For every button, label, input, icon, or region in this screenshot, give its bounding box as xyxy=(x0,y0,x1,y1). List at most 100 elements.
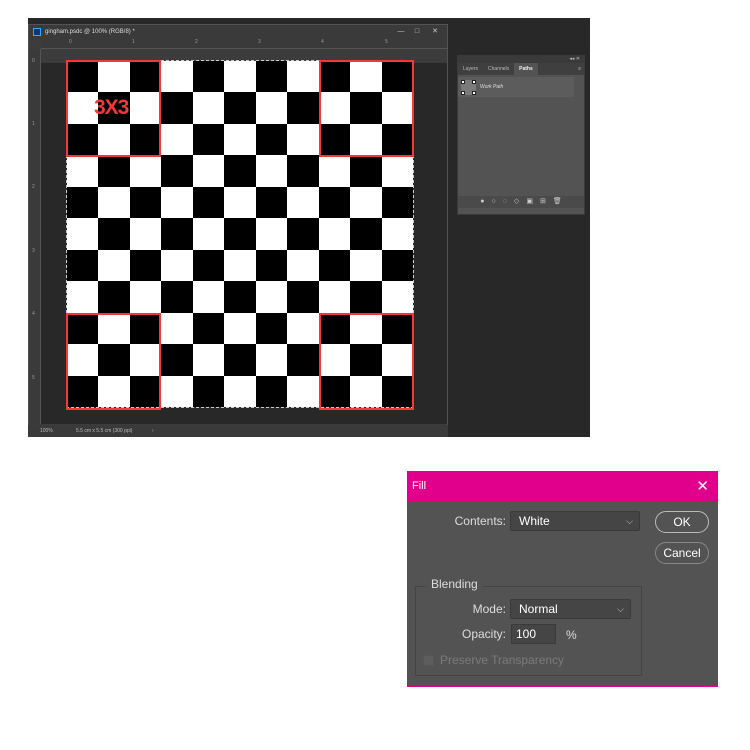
board-square xyxy=(192,61,225,93)
fill-dialog: Fill ✕ Contents: White ⌵ OK Cancel Blendi… xyxy=(407,471,718,687)
load-selection-icon[interactable]: ◌ xyxy=(503,196,507,208)
tab-channels[interactable]: Channels xyxy=(483,63,514,75)
board-square xyxy=(287,186,319,219)
board-square xyxy=(287,61,319,93)
board-square xyxy=(318,186,351,219)
ok-button[interactable]: OK xyxy=(655,511,709,533)
board-square xyxy=(129,218,162,250)
zoom-level[interactable]: 100% xyxy=(40,425,53,437)
selection-box-top-right xyxy=(319,60,414,157)
mode-select[interactable]: Normal ⌵ xyxy=(510,599,631,619)
board-square xyxy=(98,218,130,250)
add-mask-icon[interactable]: ▣ xyxy=(526,196,533,208)
canvas-area[interactable]: 3X3 xyxy=(41,60,447,424)
opacity-input[interactable]: 100 xyxy=(511,624,556,644)
board-square xyxy=(129,186,162,219)
board-square xyxy=(161,375,193,407)
board-square xyxy=(255,281,288,313)
board-square xyxy=(192,281,225,313)
ruler-tick: 2 xyxy=(32,184,35,190)
board-square xyxy=(381,218,413,250)
board-square xyxy=(192,375,225,407)
board-square xyxy=(287,312,319,345)
dialog-titlebar[interactable]: Fill ✕ xyxy=(408,472,717,501)
stroke-path-icon[interactable]: ○ xyxy=(492,196,496,208)
board-square xyxy=(161,186,193,219)
collapse-icon[interactable]: ◂◂ xyxy=(569,56,574,62)
board-square xyxy=(129,249,162,282)
annotation-3x3: 3X3 xyxy=(94,96,129,119)
path-name: Work Path xyxy=(480,84,504,90)
board-square xyxy=(255,92,288,124)
board-square xyxy=(192,249,225,282)
board-square xyxy=(224,281,256,313)
board-square xyxy=(381,249,413,282)
board-square xyxy=(67,249,99,282)
tab-layers[interactable]: Layers xyxy=(458,63,483,75)
board-square xyxy=(287,92,319,124)
ruler-tick: 5 xyxy=(32,375,35,381)
trash-icon[interactable]: 🗑 xyxy=(553,196,562,208)
board-square xyxy=(224,375,256,407)
horizontal-ruler[interactable]: 0 1 2 3 4 5 xyxy=(41,39,447,49)
board-square xyxy=(192,312,225,345)
new-path-icon[interactable]: ⊞ xyxy=(540,196,546,208)
vertical-ruler[interactable]: 0 1 2 3 4 5 xyxy=(29,49,41,424)
board-square xyxy=(287,155,319,187)
panel-menu-icon[interactable]: ≡ xyxy=(578,63,584,75)
path-thumbnail xyxy=(461,79,476,95)
board-square xyxy=(98,186,130,219)
board-square xyxy=(224,61,256,93)
board-square xyxy=(192,218,225,250)
board-square xyxy=(192,344,225,376)
board-square xyxy=(287,281,319,313)
board-square xyxy=(161,92,193,124)
ruler-tick: 0 xyxy=(32,58,35,64)
cancel-button[interactable]: Cancel xyxy=(655,542,709,564)
status-arrow[interactable]: › xyxy=(152,425,154,437)
board-square xyxy=(287,249,319,282)
board-square xyxy=(129,281,162,313)
board-square xyxy=(318,281,351,313)
close-button[interactable]: ✕ xyxy=(427,26,443,38)
doc-info: 5.5 cm x 5.5 cm (300 ppi) xyxy=(76,428,133,434)
paths-panel: ◂◂ ✕ Layers Channels Paths ≡ Work Path ●… xyxy=(457,55,585,215)
board-square xyxy=(98,281,130,313)
fill-path-icon[interactable]: ● xyxy=(480,196,484,208)
minimize-button[interactable]: — xyxy=(393,26,409,38)
board-square xyxy=(192,155,225,187)
contents-select[interactable]: White ⌵ xyxy=(510,511,640,531)
chevron-down-icon: ⌵ xyxy=(626,516,633,526)
board-square xyxy=(224,344,256,376)
board-square xyxy=(161,61,193,93)
tab-paths[interactable]: Paths xyxy=(514,63,538,75)
board-square xyxy=(192,186,225,219)
preserve-transparency-label: Preserve Transparency xyxy=(440,653,565,667)
board-square xyxy=(287,375,319,407)
board-square xyxy=(255,249,288,282)
board-square xyxy=(255,61,288,93)
board-square xyxy=(129,155,162,187)
document-tab[interactable]: gingham.psdc @ 100% (RGB/8) * — □ ✕ xyxy=(29,25,447,39)
board-square xyxy=(381,155,413,187)
status-bar: 100% 5.5 cm x 5.5 cm (300 ppi) › xyxy=(28,425,448,437)
board-square xyxy=(255,123,288,156)
mode-value: Normal xyxy=(519,602,558,616)
board-square xyxy=(161,155,193,187)
maximize-button[interactable]: □ xyxy=(409,26,425,38)
board-square xyxy=(161,218,193,250)
board-square xyxy=(98,155,130,187)
path-item-work-path[interactable]: Work Path xyxy=(458,77,574,97)
panel-close-icon[interactable]: ✕ xyxy=(576,56,580,62)
board-square xyxy=(381,281,413,313)
contents-label: Contents: xyxy=(454,514,506,528)
board-square xyxy=(318,249,351,282)
board-square xyxy=(350,218,382,250)
board-square xyxy=(224,218,256,250)
blending-title: Blending xyxy=(426,577,483,591)
dialog-close-icon[interactable]: ✕ xyxy=(696,472,709,501)
board-square xyxy=(381,186,413,219)
ruler-tick: 1 xyxy=(132,39,135,45)
preserve-transparency-checkbox[interactable] xyxy=(423,655,434,666)
make-work-path-icon[interactable]: ◇ xyxy=(514,196,519,208)
